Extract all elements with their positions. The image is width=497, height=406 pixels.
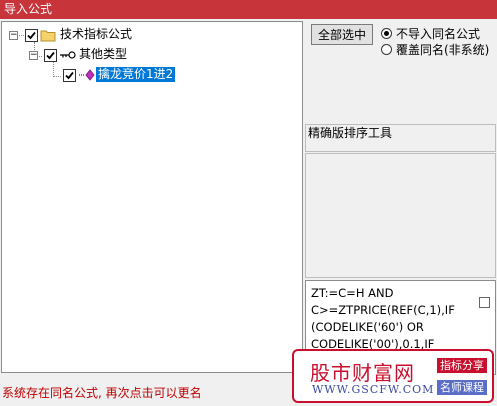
root-checkbox[interactable] (25, 29, 38, 42)
watermark-url: WWW.GSCFW.COM (312, 383, 435, 396)
description-title: 精确版排序工具 (305, 124, 496, 152)
title-bar: 导入公式 (0, 0, 497, 19)
radio-skip-circle[interactable] (381, 28, 392, 39)
tree-node-group[interactable]: − 其他类型 (2, 47, 202, 63)
window-title: 导入公式 (4, 2, 53, 16)
tree-label-group: 其他类型 (79, 47, 128, 61)
tree-label-root: 技术指标公式 (60, 27, 133, 41)
formula-tree[interactable]: − 技术指标公式 − 其他类型 擒龙竞价1进2 (1, 21, 303, 373)
folder-icon (40, 30, 56, 42)
collapse-toggle-root[interactable]: − (9, 31, 18, 40)
tree-node-item[interactable]: 擒龙竞价1进2 (2, 67, 202, 83)
select-all-button[interactable]: 全部选中 (311, 24, 373, 45)
watermark-logo: 股市财富网 指标分享 WWW.GSCFW.COM 名师课程 (292, 349, 494, 403)
code-checkbox[interactable] (479, 297, 490, 308)
tree-node-root[interactable]: − 技术指标公式 (2, 27, 202, 43)
collapse-toggle-group[interactable]: − (29, 51, 38, 60)
radio-overwrite-circle[interactable] (381, 44, 392, 55)
formula-diamond-icon (79, 69, 95, 81)
radio-overwrite-label: 覆盖同名(非系统) (396, 43, 490, 57)
description-panel (305, 153, 496, 278)
code-line: ZT:=C=H AND (311, 286, 394, 300)
group-checkbox[interactable] (44, 49, 57, 62)
watermark-tag-share: 指标分享 (437, 358, 487, 373)
radio-skip-label: 不导入同名公式 (396, 27, 481, 41)
code-line: (CODELIKE('60') OR (311, 320, 424, 334)
tree-label-item[interactable]: 擒龙竞价1进2 (96, 67, 176, 82)
key-icon (60, 51, 76, 59)
code-line: C>=ZTPRICE(REF(C,1),IF (311, 303, 455, 317)
watermark-brand: 股市财富网 (310, 361, 415, 385)
watermark-tag-course: 名师课程 (437, 380, 487, 395)
code-text: ZT:=C=H AND C>=ZTPRICE(REF(C,1),IF (CODE… (311, 285, 476, 353)
status-message: 系统存在同名公式, 再次点击可以更名 (2, 386, 202, 400)
item-checkbox[interactable] (63, 69, 76, 82)
